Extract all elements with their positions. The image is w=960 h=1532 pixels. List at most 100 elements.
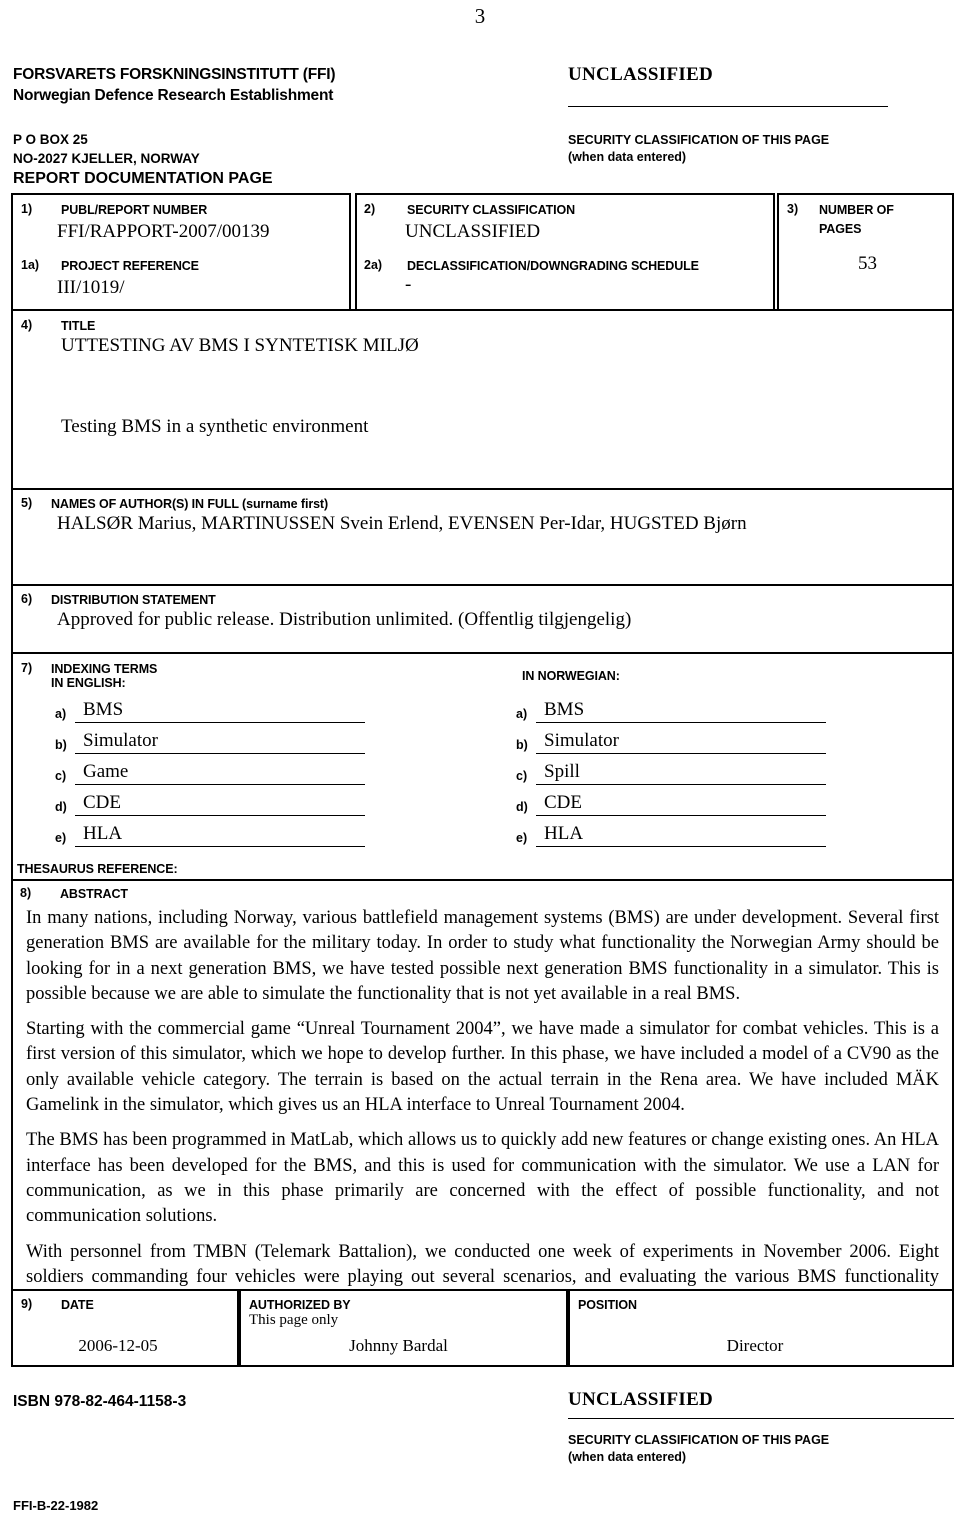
field-label-number-of-pages-2: PAGES	[819, 222, 862, 236]
indexing-letter: c)	[516, 769, 528, 783]
field-number-2a: 2a)	[364, 258, 383, 272]
field-value-authors: HALSØR Marius, MARTINUSSEN Svein Erlend,…	[57, 513, 747, 534]
indexing-term-english-d: d) CDE	[55, 792, 365, 816]
indexing-term-norwegian-d: d) CDE	[516, 792, 826, 816]
field-value-declassification-schedule: -	[405, 274, 412, 295]
field-value-title-english: Testing BMS in a synthetic environment	[61, 416, 369, 437]
indexing-value-input[interactable]: BMS	[536, 699, 826, 723]
field-label-number-of-pages-1: NUMBER OF	[819, 203, 894, 217]
field-value-authorized-by: Johnny Bardal	[349, 1336, 448, 1355]
cell-position: POSITION Director	[568, 1289, 954, 1367]
cell-publ-report-number: 1) PUBL/REPORT NUMBER FFI/RAPPORT-2007/0…	[11, 193, 351, 311]
indexing-term-norwegian-c: c) Spill	[516, 761, 826, 785]
indexing-value-input[interactable]: CDE	[536, 792, 826, 816]
institution-block: FORSVARETS FORSKNINGSINSTITUTT (FFI) Nor…	[13, 64, 553, 187]
security-classification-note: SECURITY CLASSIFICATION OF THIS PAGE (wh…	[568, 132, 829, 166]
field-number-9: 9)	[21, 1297, 33, 1311]
institution-name-english: Norwegian Defence Research Establishment	[13, 87, 334, 104]
security-classification-note-bottom: SECURITY CLASSIFICATION OF THIS PAGE (wh…	[568, 1432, 829, 1466]
indexing-term-norwegian-e: e) HLA	[516, 823, 826, 847]
field-value-position: Director	[726, 1336, 784, 1355]
field-number-2: 2)	[364, 202, 376, 216]
field-number-7: 7)	[21, 661, 33, 675]
indexing-letter: d)	[516, 800, 528, 814]
indexing-letter: b)	[55, 738, 67, 752]
table-row: 5) NAMES OF AUTHOR(S) IN FULL (surname f…	[11, 488, 954, 586]
field-label-authorized-by: AUTHORIZED BY	[249, 1298, 351, 1312]
field-value-publ-report-number: FFI/RAPPORT-2007/00139	[57, 221, 270, 242]
field-number-6: 6)	[21, 592, 33, 606]
indexing-value-input[interactable]: Simulator	[536, 730, 826, 754]
classification-top: UNCLASSIFIED	[568, 64, 714, 85]
table-row: 1) PUBL/REPORT NUMBER FFI/RAPPORT-2007/0…	[11, 193, 954, 311]
field-label-in-norwegian: IN NORWEGIAN:	[522, 669, 620, 683]
indexing-letter: b)	[516, 738, 528, 752]
cell-abstract: 8) ABSTRACT In many nations, including N…	[11, 879, 954, 1312]
security-note-line-2: (when data entered)	[568, 150, 687, 164]
page-number: 3	[474, 4, 486, 28]
field-value-project-reference: III/1019/	[57, 277, 125, 298]
indexing-term-english-e: e) HLA	[55, 823, 365, 847]
indexing-value-input[interactable]: HLA	[536, 823, 826, 847]
field-number-8: 8)	[20, 886, 32, 900]
field-number-1: 1)	[21, 202, 33, 216]
cell-security-classification: 2) SECURITY CLASSIFICATION UNCLASSIFIED …	[355, 193, 775, 311]
indexing-letter: e)	[516, 831, 528, 845]
address-line-2: NO-2027 KJELLER, NORWAY	[13, 150, 200, 166]
field-label-security-classification: SECURITY CLASSIFICATION	[407, 203, 576, 217]
indexing-value-input[interactable]: Simulator	[75, 730, 365, 754]
field-number-1a: 1a)	[21, 258, 40, 272]
table-row: 8) ABSTRACT In many nations, including N…	[11, 879, 954, 1312]
classification-rule	[568, 106, 888, 107]
indexing-term-english-c: c) Game	[55, 761, 365, 785]
indexing-term-norwegian-a: a) BMS	[516, 699, 826, 723]
security-note-bottom-line-2: (when data entered)	[568, 1450, 687, 1464]
field-label-position: POSITION	[578, 1298, 637, 1312]
field-label-project-reference: PROJECT REFERENCE	[61, 259, 199, 273]
table-row: 7) INDEXING TERMS IN ENGLISH: IN NORWEGI…	[11, 652, 954, 881]
field-label-publ-report-number: PUBL/REPORT NUMBER	[61, 203, 208, 217]
indexing-value-input[interactable]: HLA	[75, 823, 365, 847]
indexing-letter: d)	[55, 800, 67, 814]
indexing-term-english-a: a) BMS	[55, 699, 365, 723]
field-label-distribution-statement: DISTRIBUTION STATEMENT	[51, 593, 216, 607]
indexing-value-input[interactable]: Game	[75, 761, 365, 785]
institution-address: P O BOX 25 NO-2027 KJELLER, NORWAY REPOR…	[13, 131, 273, 189]
indexing-term-norwegian-b: b) Simulator	[516, 730, 826, 754]
form-code: FFI-B-22-1982	[13, 1498, 99, 1513]
field-label-authors: NAMES OF AUTHOR(S) IN FULL (surname firs…	[51, 497, 329, 511]
indexing-value-input[interactable]: Spill	[536, 761, 826, 785]
field-sublabel-this-page-only: This page only	[249, 1312, 339, 1328]
field-number-4: 4)	[21, 318, 33, 332]
field-label-declassification-schedule: DECLASSIFICATION/DOWNGRADING SCHEDULE	[407, 259, 699, 273]
indexing-letter: a)	[516, 707, 528, 721]
indexing-term-english-b: b) Simulator	[55, 730, 365, 754]
security-note-line-1: SECURITY CLASSIFICATION OF THIS PAGE	[568, 133, 830, 147]
cell-indexing-terms: 7) INDEXING TERMS IN ENGLISH: IN NORWEGI…	[11, 652, 954, 881]
field-value-number-of-pages: 53	[858, 253, 877, 274]
indexing-value-input[interactable]: BMS	[75, 699, 365, 723]
field-number-3: 3)	[787, 202, 799, 216]
table-row: 4) TITLE UTTESTING AV BMS I SYNTETISK MI…	[11, 309, 954, 490]
indexing-letter: e)	[55, 831, 67, 845]
cell-number-of-pages: 3) NUMBER OF PAGES 53	[777, 193, 954, 311]
field-value-distribution-statement: Approved for public release. Distributio…	[57, 609, 632, 630]
field-number-5: 5)	[21, 496, 33, 510]
indexing-value-input[interactable]: CDE	[75, 792, 365, 816]
abstract-paragraph-1: In many nations, including Norway, vario…	[26, 908, 939, 1004]
cell-authorized-by: AUTHORIZED BY This page only Johnny Bard…	[239, 1289, 568, 1367]
cell-date: 9) DATE 2006-12-05	[11, 1289, 239, 1367]
field-label-thesaurus-reference: THESAURUS REFERENCE:	[17, 862, 178, 876]
isbn-text: ISBN 978-82-464-1158-3	[13, 1393, 187, 1410]
field-value-date: 2006-12-05	[78, 1336, 158, 1355]
cell-distribution-statement: 6) DISTRIBUTION STATEMENT Approved for p…	[11, 584, 954, 654]
cell-title: 4) TITLE UTTESTING AV BMS I SYNTETISK MI…	[11, 309, 954, 490]
classification-bottom: UNCLASSIFIED	[568, 1389, 714, 1410]
indexing-letter: c)	[55, 769, 67, 783]
field-label-date: DATE	[61, 1298, 94, 1312]
cell-authors: 5) NAMES OF AUTHOR(S) IN FULL (surname f…	[11, 488, 954, 586]
address-line-1: P O BOX 25	[13, 132, 88, 147]
indexing-letter: a)	[55, 707, 67, 721]
field-label-in-english: IN ENGLISH:	[51, 676, 126, 690]
table-row: 6) DISTRIBUTION STATEMENT Approved for p…	[11, 584, 954, 654]
